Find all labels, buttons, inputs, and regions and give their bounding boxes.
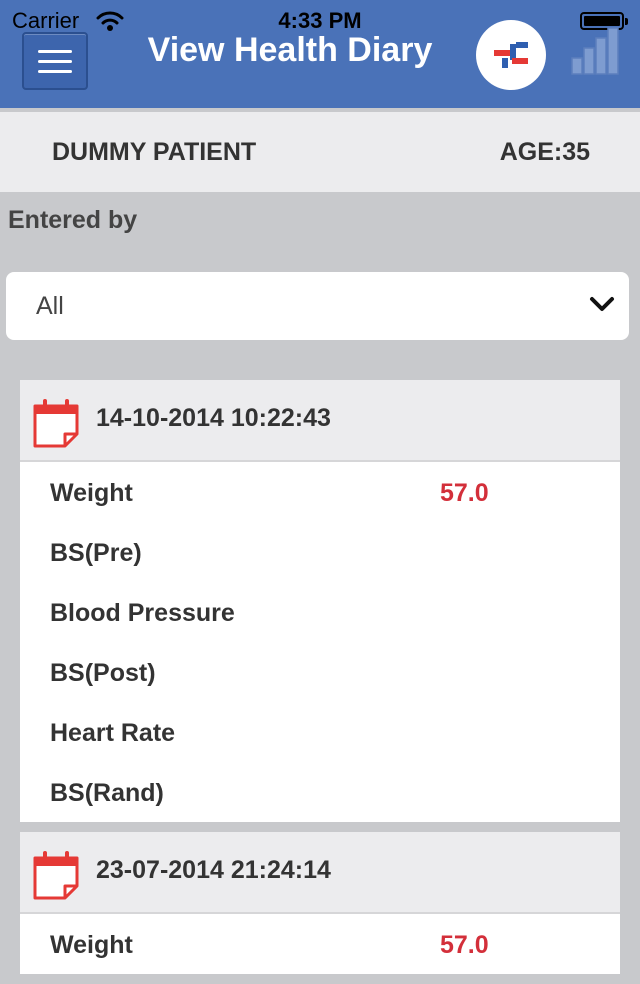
entry-datetime: 14-10-2014 10:22:43 xyxy=(96,404,331,432)
row-label: Weight xyxy=(50,479,133,507)
diary-entry-card[interactable]: 23-07-2014 21:24:14 Weight 57.0 xyxy=(20,832,620,974)
row-label: BS(Rand) xyxy=(50,779,164,807)
menu-button[interactable] xyxy=(22,32,88,90)
navigation-bar: Carrier 4:33 PM View Health Diary xyxy=(0,0,640,108)
entry-header: 14-10-2014 10:22:43 xyxy=(20,380,620,462)
entry-datetime: 23-07-2014 21:24:14 xyxy=(96,856,331,884)
entry-header: 23-07-2014 21:24:14 xyxy=(20,832,620,914)
calendar-icon xyxy=(33,851,79,900)
entry-row-bs-post: BS(Post) xyxy=(20,642,620,702)
row-label: BS(Post) xyxy=(50,659,156,687)
entered-by-select[interactable]: All xyxy=(6,272,629,340)
app-logo-icon[interactable] xyxy=(476,20,546,90)
entry-row-heart-rate: Heart Rate xyxy=(20,702,620,762)
patient-name: DUMMY PATIENT xyxy=(52,138,257,166)
entered-by-label: Entered by xyxy=(8,206,138,234)
diary-entry-card[interactable]: 14-10-2014 10:22:43 Weight 57.0 BS(Pre) … xyxy=(20,380,620,822)
entry-row-blood-pressure: Blood Pressure xyxy=(20,582,620,642)
row-label: Heart Rate xyxy=(50,719,176,747)
calendar-icon xyxy=(33,399,79,448)
row-value: 57.0 xyxy=(440,479,489,507)
row-label: Weight xyxy=(50,931,133,959)
page-title: View Health Diary xyxy=(147,31,433,69)
entry-row-weight: Weight 57.0 xyxy=(20,462,620,522)
row-value: 57.0 xyxy=(440,931,489,959)
entry-row-weight: Weight 57.0 xyxy=(20,914,620,974)
row-label: Blood Pressure xyxy=(50,599,235,627)
entry-row-bs-pre: BS(Pre) xyxy=(20,522,620,582)
diary-entry-list: 14-10-2014 10:22:43 Weight 57.0 BS(Pre) … xyxy=(20,380,620,984)
entered-by-value: All xyxy=(36,292,64,320)
chevron-down-icon xyxy=(590,297,614,311)
patient-info-bar: DUMMY PATIENT AGE:35 xyxy=(0,112,640,192)
entry-row-bs-rand: BS(Rand) xyxy=(20,762,620,822)
patient-age: AGE:35 xyxy=(499,138,590,166)
row-label: BS(Pre) xyxy=(50,539,142,567)
bar-chart-icon[interactable] xyxy=(570,26,622,76)
